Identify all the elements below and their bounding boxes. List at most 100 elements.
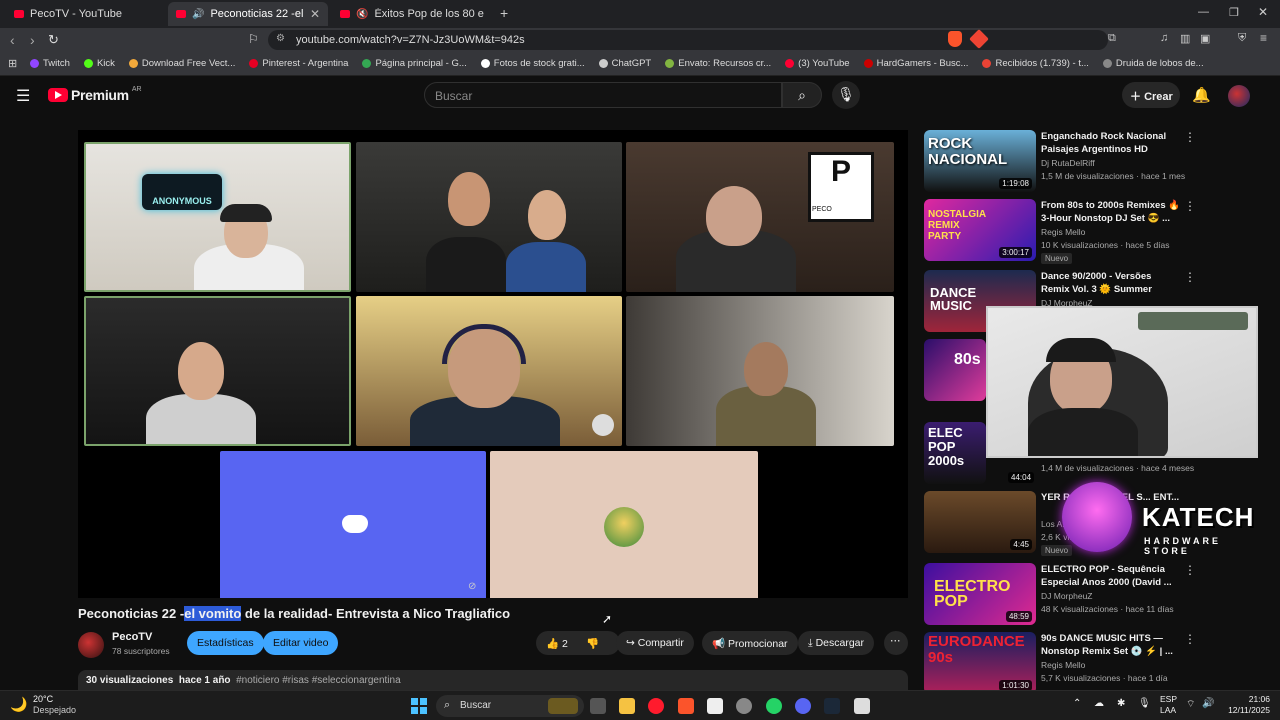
channel-name[interactable]: PecoTV <box>112 631 152 643</box>
youtube-logo[interactable]: Premium AR <box>48 86 142 103</box>
promote-button[interactable]: 📢 Promocionar <box>702 631 798 655</box>
whatsapp-icon[interactable] <box>766 698 782 714</box>
apps-icon[interactable]: ⊞ <box>8 57 17 70</box>
pinterest-icon <box>249 59 259 68</box>
tab-exitos-pop[interactable]: 🔇 Éxitos Pop de los 80 en Versión R <box>332 2 492 26</box>
notifications-bell-icon[interactable]: 🔔 <box>1192 86 1211 104</box>
voice-search-button[interactable]: 🎙 <box>832 81 860 109</box>
bookmark-twitch[interactable]: Twitch <box>30 58 70 69</box>
volume-icon[interactable]: 🔊 <box>1202 698 1214 709</box>
media-icon[interactable]: ♫ <box>1160 32 1168 44</box>
edit-video-button[interactable]: Editar video <box>263 631 339 655</box>
recommendation-item[interactable]: NOSTALGIA REMIX PARTY 3:00:17 From 80s t… <box>924 199 1196 264</box>
site-info-icon[interactable]: ⚙ <box>276 33 285 44</box>
like-button[interactable]: 👍 2 <box>546 638 568 650</box>
recommendation-item[interactable]: ELECTRO POP 48:59 ELECTRO POP - Sequênci… <box>924 563 1196 627</box>
tray-overflow-icon[interactable]: ⌃ <box>1073 698 1081 709</box>
tab-pecotv[interactable]: PecoTV - YouTube <box>6 2 166 26</box>
capcut-icon[interactable] <box>707 698 723 714</box>
sidebar-icon[interactable]: ▥ <box>1180 32 1190 45</box>
download-button[interactable]: ⤓ Descargar <box>798 631 875 655</box>
bookmark-freepik[interactable]: Download Free Vect... <box>128 58 235 69</box>
statistics-button[interactable]: Estadísticas <box>187 631 264 655</box>
brave-icon[interactable] <box>678 698 694 714</box>
video-thumbnail[interactable]: ELECTRO POP 48:59 <box>924 563 1036 625</box>
weather-icon[interactable]: 🌙 <box>10 696 27 713</box>
account-avatar[interactable] <box>1228 85 1250 107</box>
close-window-button[interactable]: ✕ <box>1258 5 1268 19</box>
chrome-icon[interactable] <box>736 698 752 714</box>
discord-icon[interactable] <box>795 698 811 714</box>
extensions-icon[interactable]: ⧉ <box>1108 32 1116 45</box>
bookmark-chatgpt[interactable]: ChatGPT <box>598 58 651 69</box>
maximize-button[interactable]: ❐ <box>1229 6 1239 19</box>
more-options-icon[interactable]: ⋮ <box>1184 270 1196 284</box>
bluetooth-tray-icon[interactable]: ✱ <box>1117 698 1125 709</box>
taskbar-search[interactable]: ⌕ Buscar <box>436 695 584 717</box>
bookmark-envato[interactable]: Envato: Recursos cr... <box>665 58 771 69</box>
more-options-icon[interactable]: ⋮ <box>1184 563 1196 577</box>
bookmark-stock[interactable]: Fotos de stock grati... <box>480 58 585 69</box>
video-thumbnail[interactable]: ROCK NACIONAL 1:19:08 <box>924 130 1036 192</box>
katech-logo: KATECH HARDWARE STORE <box>1062 478 1267 556</box>
video-player[interactable]: ANONYMOUS P PECO ⊘ <box>78 130 908 598</box>
opera-icon[interactable] <box>648 698 664 714</box>
capcut-icon[interactable] <box>854 698 870 714</box>
bookmarks-bar: ⊞ Twitch Kick Download Free Vect... Pint… <box>0 52 1280 76</box>
wifi-icon[interactable]: ⌔ <box>1186 698 1195 711</box>
bookmark-gmail[interactable]: Recibidos (1.739) - t... <box>982 58 1089 69</box>
search-icon: ⌕ <box>798 87 806 103</box>
brave-shield-icon[interactable] <box>948 31 962 47</box>
dislike-button[interactable]: 👎 <box>586 637 599 650</box>
search-button[interactable]: ⌕ <box>782 82 822 108</box>
new-tab-button[interactable]: + <box>500 5 508 21</box>
bookmark-youtube[interactable]: (3) YouTube <box>785 58 850 69</box>
muted-icon: 🔇 <box>356 8 369 20</box>
file-explorer-icon[interactable] <box>619 698 635 714</box>
steam-icon[interactable] <box>824 698 840 714</box>
tab-peconoticias[interactable]: 🔊 Peconoticias 22 -el vomito de ✕ <box>168 2 328 26</box>
recommendation-item[interactable]: EURODANCE 90s 1:01:30 90s DANCE MUSIC HI… <box>924 632 1194 690</box>
recommendation-item[interactable]: ROCK NACIONAL 1:19:08 Enganchado Rock Na… <box>924 130 1196 194</box>
video-thumbnail[interactable]: EURODANCE 90s 1:01:30 <box>924 632 1036 690</box>
start-button[interactable] <box>411 698 427 714</box>
gmail-icon <box>982 59 992 68</box>
vpn-icon[interactable]: ⛨ <box>1238 32 1246 45</box>
hamburger-menu-icon[interactable]: ☰ <box>16 86 30 106</box>
fox-mascot-icon <box>1062 482 1132 552</box>
bookmark-pinterest[interactable]: Pinterest - Argentina <box>249 58 348 69</box>
more-actions-button[interactable]: ⋯ <box>884 631 908 655</box>
bookmark-drive[interactable]: Página principal - G... <box>362 58 467 69</box>
stock-icon <box>480 59 490 68</box>
network-tray-icon[interactable]: ☁ <box>1094 698 1104 709</box>
video-thumbnail[interactable]: 4:45 <box>924 491 1036 553</box>
channel-avatar[interactable] <box>78 632 104 658</box>
back-icon[interactable]: ‹ <box>10 32 15 48</box>
video-thumbnail[interactable]: ELEC POP 2000s <box>924 422 986 484</box>
bookmark-icon[interactable]: ⚐ <box>248 32 259 46</box>
address-toolbar: ‹ › ↻ ⚐ ⚙ youtube.com/watch?v=Z7N-Jz3UoW… <box>0 28 1280 52</box>
more-options-icon[interactable]: ⋮ <box>1184 130 1196 144</box>
description-box[interactable]: 30 visualizaciones hace 1 año #noticiero… <box>78 670 908 690</box>
bookmark-kick[interactable]: Kick <box>83 58 115 69</box>
share-button[interactable]: ↪ Compartir <box>616 631 694 655</box>
reload-icon[interactable]: ↻ <box>48 32 59 48</box>
envato-icon <box>665 59 675 68</box>
forward-icon[interactable]: › <box>30 32 35 48</box>
search-input[interactable]: Buscar <box>424 82 782 108</box>
minimize-button[interactable]: — <box>1198 6 1209 18</box>
mic-tray-icon[interactable]: 🎙 <box>1138 698 1151 709</box>
task-view-icon[interactable] <box>590 698 606 714</box>
browser-tab-bar: PecoTV - YouTube 🔊 Peconoticias 22 -el v… <box>0 0 1280 28</box>
bookmark-druida[interactable]: Druida de lobos de... <box>1102 58 1204 69</box>
video-thumbnail[interactable]: 80s <box>924 339 986 401</box>
bookmark-hardgamers[interactable]: HardGamers - Busc... <box>863 58 968 69</box>
more-options-icon[interactable]: ⋮ <box>1184 632 1194 646</box>
menu-icon[interactable]: ≡ <box>1260 31 1267 45</box>
wallet-icon[interactable]: ▣ <box>1200 32 1210 45</box>
create-button[interactable]: ＋ Crear <box>1122 82 1180 108</box>
video-tile-discord: ⊘ <box>220 451 486 598</box>
close-tab-icon[interactable]: ✕ <box>310 7 320 21</box>
video-thumbnail[interactable]: NOSTALGIA REMIX PARTY 3:00:17 <box>924 199 1036 261</box>
more-options-icon[interactable]: ⋮ <box>1184 199 1196 213</box>
